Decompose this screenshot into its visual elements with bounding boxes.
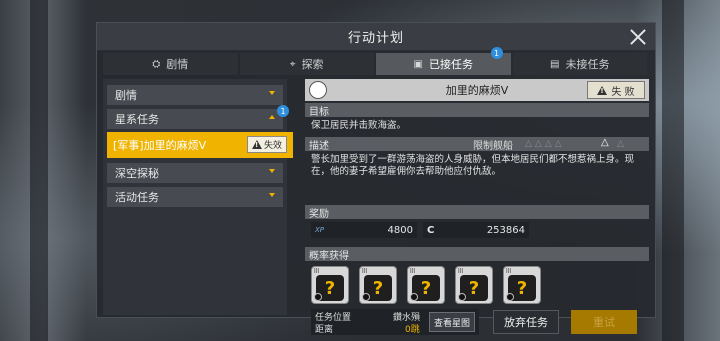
drop-item[interactable]: lll? — [455, 266, 493, 304]
item-type-icon — [314, 293, 322, 301]
item-type-icon — [458, 293, 466, 301]
action-plan-window: 行动计划 ⛭ 剧情 ⌖ 探索 ▣ 已接任务 1 ▤ 未接任务 剧情 星系任务 1 — [96, 22, 656, 335]
drop-item[interactable]: lll? — [503, 266, 541, 304]
section-label: 奖励 — [309, 208, 329, 220]
reward-section-header: 奖励 — [305, 205, 649, 220]
goal-section-header: 目标 — [305, 103, 649, 118]
sidebar-item-galaxy[interactable]: 星系任务 1 — [107, 105, 289, 129]
xp-reward: XP 4800 — [311, 222, 417, 238]
status-badge: 失 败 — [587, 81, 645, 99]
tab-unaccepted[interactable]: ▤ 未接任务 — [512, 53, 647, 75]
drop-section-header: 概率获得 — [305, 247, 649, 262]
ship-limit-label: 限制舰船 — [473, 140, 513, 152]
chevron-down-icon — [269, 91, 275, 95]
drop-item[interactable]: lll? — [311, 266, 349, 304]
section-label: 概率获得 — [309, 250, 349, 262]
window-title: 行动计划 — [347, 31, 404, 46]
tab-accepted[interactable]: ▣ 已接任务 1 — [376, 47, 511, 75]
credit-value: 253864 — [486, 224, 525, 236]
retry-button[interactable]: 重试 — [571, 310, 637, 334]
section-label: 描述 — [309, 140, 329, 152]
xp-value: 4800 — [387, 224, 413, 236]
ship-class-icons: △△△△ — [525, 139, 565, 149]
sidebar-item-events[interactable]: 活动任务 — [107, 187, 283, 207]
item-type-icon — [362, 293, 370, 301]
task-list-icon: ▤ — [550, 58, 560, 70]
close-icon[interactable] — [627, 26, 649, 48]
explore-icon: ⌖ — [289, 58, 296, 70]
tab-label: 已接任务 — [428, 58, 473, 71]
drop-item[interactable]: lll? — [407, 266, 445, 304]
mission-title: 加里的麻烦V — [445, 84, 509, 97]
view-map-button[interactable]: 查看星图 — [429, 312, 475, 332]
status-text: 失效 — [263, 141, 282, 151]
sidebar-item-story[interactable]: 剧情 — [107, 85, 283, 105]
title-bar: 行动计划 — [97, 23, 655, 51]
goal-text: 保卫居民并击败海盗。 — [311, 120, 407, 131]
mission-detail: 加里的麻烦V 失 败 目标 保卫居民并击败海盗。 描述 限制舰船 △△△△ △ … — [305, 79, 649, 335]
sidebar-item-label: 剧情 — [115, 89, 137, 102]
sidebar-item-label: 活动任务 — [115, 191, 159, 204]
chevron-up-icon — [269, 115, 275, 119]
faction-logo-icon — [309, 81, 327, 99]
xp-icon: XP — [315, 226, 325, 234]
sidebar-item-label: 星系任务 — [115, 113, 159, 126]
tab-label: 剧情 — [166, 58, 189, 71]
warning-icon — [597, 85, 608, 95]
sidebar: 剧情 星系任务 1 [军事]加里的麻烦V 失效 深空探秘 活动任务 — [103, 79, 293, 315]
sidebar-item-label: 深空探秘 — [115, 167, 159, 180]
notification-badge: 1 — [490, 47, 503, 59]
sidebar-item-mission-selected[interactable]: [军事]加里的麻烦V 失效 — [107, 132, 293, 158]
task-accepted-icon: ▣ — [413, 58, 423, 70]
tab-story[interactable]: ⛭ 剧情 — [103, 53, 238, 75]
warning-icon — [251, 140, 262, 149]
abandon-mission-button[interactable]: 放弃任务 — [493, 310, 559, 334]
ship-class-active-icon: △ — [601, 137, 609, 148]
drop-item[interactable]: lll? — [359, 266, 397, 304]
distance-value: 0跳 — [405, 325, 420, 335]
notification-badge: 1 — [277, 105, 289, 117]
description-text: 警长加里受到了一群游荡海盗的人身威胁，但本地居民们都不想惹祸上身。现在，他的妻子… — [311, 154, 635, 177]
location-panel: 任务位置 鑽水殞 距离 0跳 查看星图 — [311, 309, 479, 335]
chevron-down-icon — [269, 193, 275, 197]
credit-reward: C 253864 — [423, 222, 529, 238]
distance-label: 距离 — [315, 325, 334, 335]
tab-explore[interactable]: ⌖ 探索 — [239, 53, 374, 75]
item-type-icon — [506, 293, 514, 301]
tab-label: 探索 — [301, 58, 324, 71]
tab-bar: ⛭ 剧情 ⌖ 探索 ▣ 已接任务 1 ▤ 未接任务 — [103, 47, 649, 75]
status-badge: 失效 — [247, 136, 287, 153]
theater-icon: ⛭ — [152, 58, 161, 70]
credit-icon: C — [427, 224, 435, 236]
sidebar-item-label: [军事]加里的麻烦V — [113, 139, 207, 152]
tab-label: 未接任务 — [565, 58, 610, 71]
description-section-header: 描述 限制舰船 △△△△ △ △ — [305, 137, 649, 152]
mission-header: 加里的麻烦V 失 败 — [305, 79, 649, 101]
item-type-icon — [410, 293, 418, 301]
ship-class-icon: △ — [617, 139, 624, 149]
sidebar-item-deepspace[interactable]: 深空探秘 — [107, 163, 283, 183]
status-text: 失 败 — [611, 86, 635, 98]
section-label: 目标 — [309, 106, 329, 118]
chevron-down-icon — [269, 169, 275, 173]
